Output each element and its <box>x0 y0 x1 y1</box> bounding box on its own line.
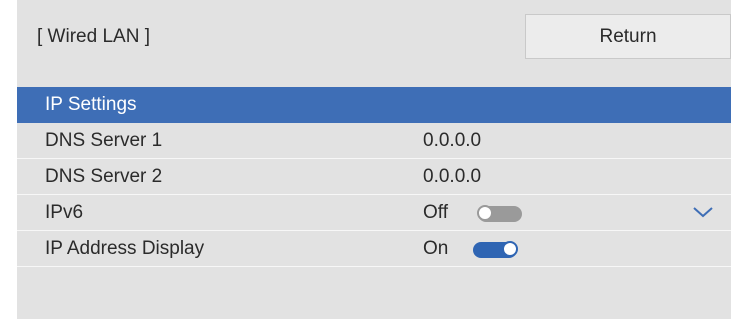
panel-header: [ Wired LAN ] Return <box>17 0 731 87</box>
menu-item-label: IP Settings <box>45 94 137 115</box>
ip-address-display-toggle[interactable] <box>473 241 518 258</box>
toggle-knob <box>477 205 493 221</box>
ipv6-status-text: Off <box>423 202 448 223</box>
menu-item-label: IPv6 <box>45 202 84 223</box>
dns-server-2-value: 0.0.0.0 <box>423 166 482 187</box>
dns-server-1-value: 0.0.0.0 <box>423 130 482 151</box>
menu-item-label: DNS Server 1 <box>45 130 163 151</box>
menu-item-dns-server-2[interactable]: DNS Server 2 0.0.0.0 <box>17 159 731 195</box>
wired-lan-panel: [ Wired LAN ] Return IP Settings DNS Ser… <box>17 0 731 319</box>
return-button[interactable]: Return <box>525 14 731 59</box>
menu-item-label: IP Address Display <box>45 238 205 259</box>
chevron-down-icon[interactable] <box>692 205 714 219</box>
menu-item-dns-server-1[interactable]: DNS Server 1 0.0.0.0 <box>17 123 731 159</box>
menu-item-label: DNS Server 2 <box>45 166 163 187</box>
menu-item-ip-settings[interactable]: IP Settings <box>17 87 731 123</box>
menu-item-ipv6[interactable]: IPv6 Off <box>17 195 731 231</box>
ipv6-toggle[interactable] <box>477 205 522 222</box>
page-title: [ Wired LAN ] <box>37 26 150 47</box>
menu-item-ip-address-display[interactable]: IP Address Display On <box>17 231 731 267</box>
toggle-knob <box>502 241 518 257</box>
ip-address-display-status-text: On <box>423 238 449 259</box>
